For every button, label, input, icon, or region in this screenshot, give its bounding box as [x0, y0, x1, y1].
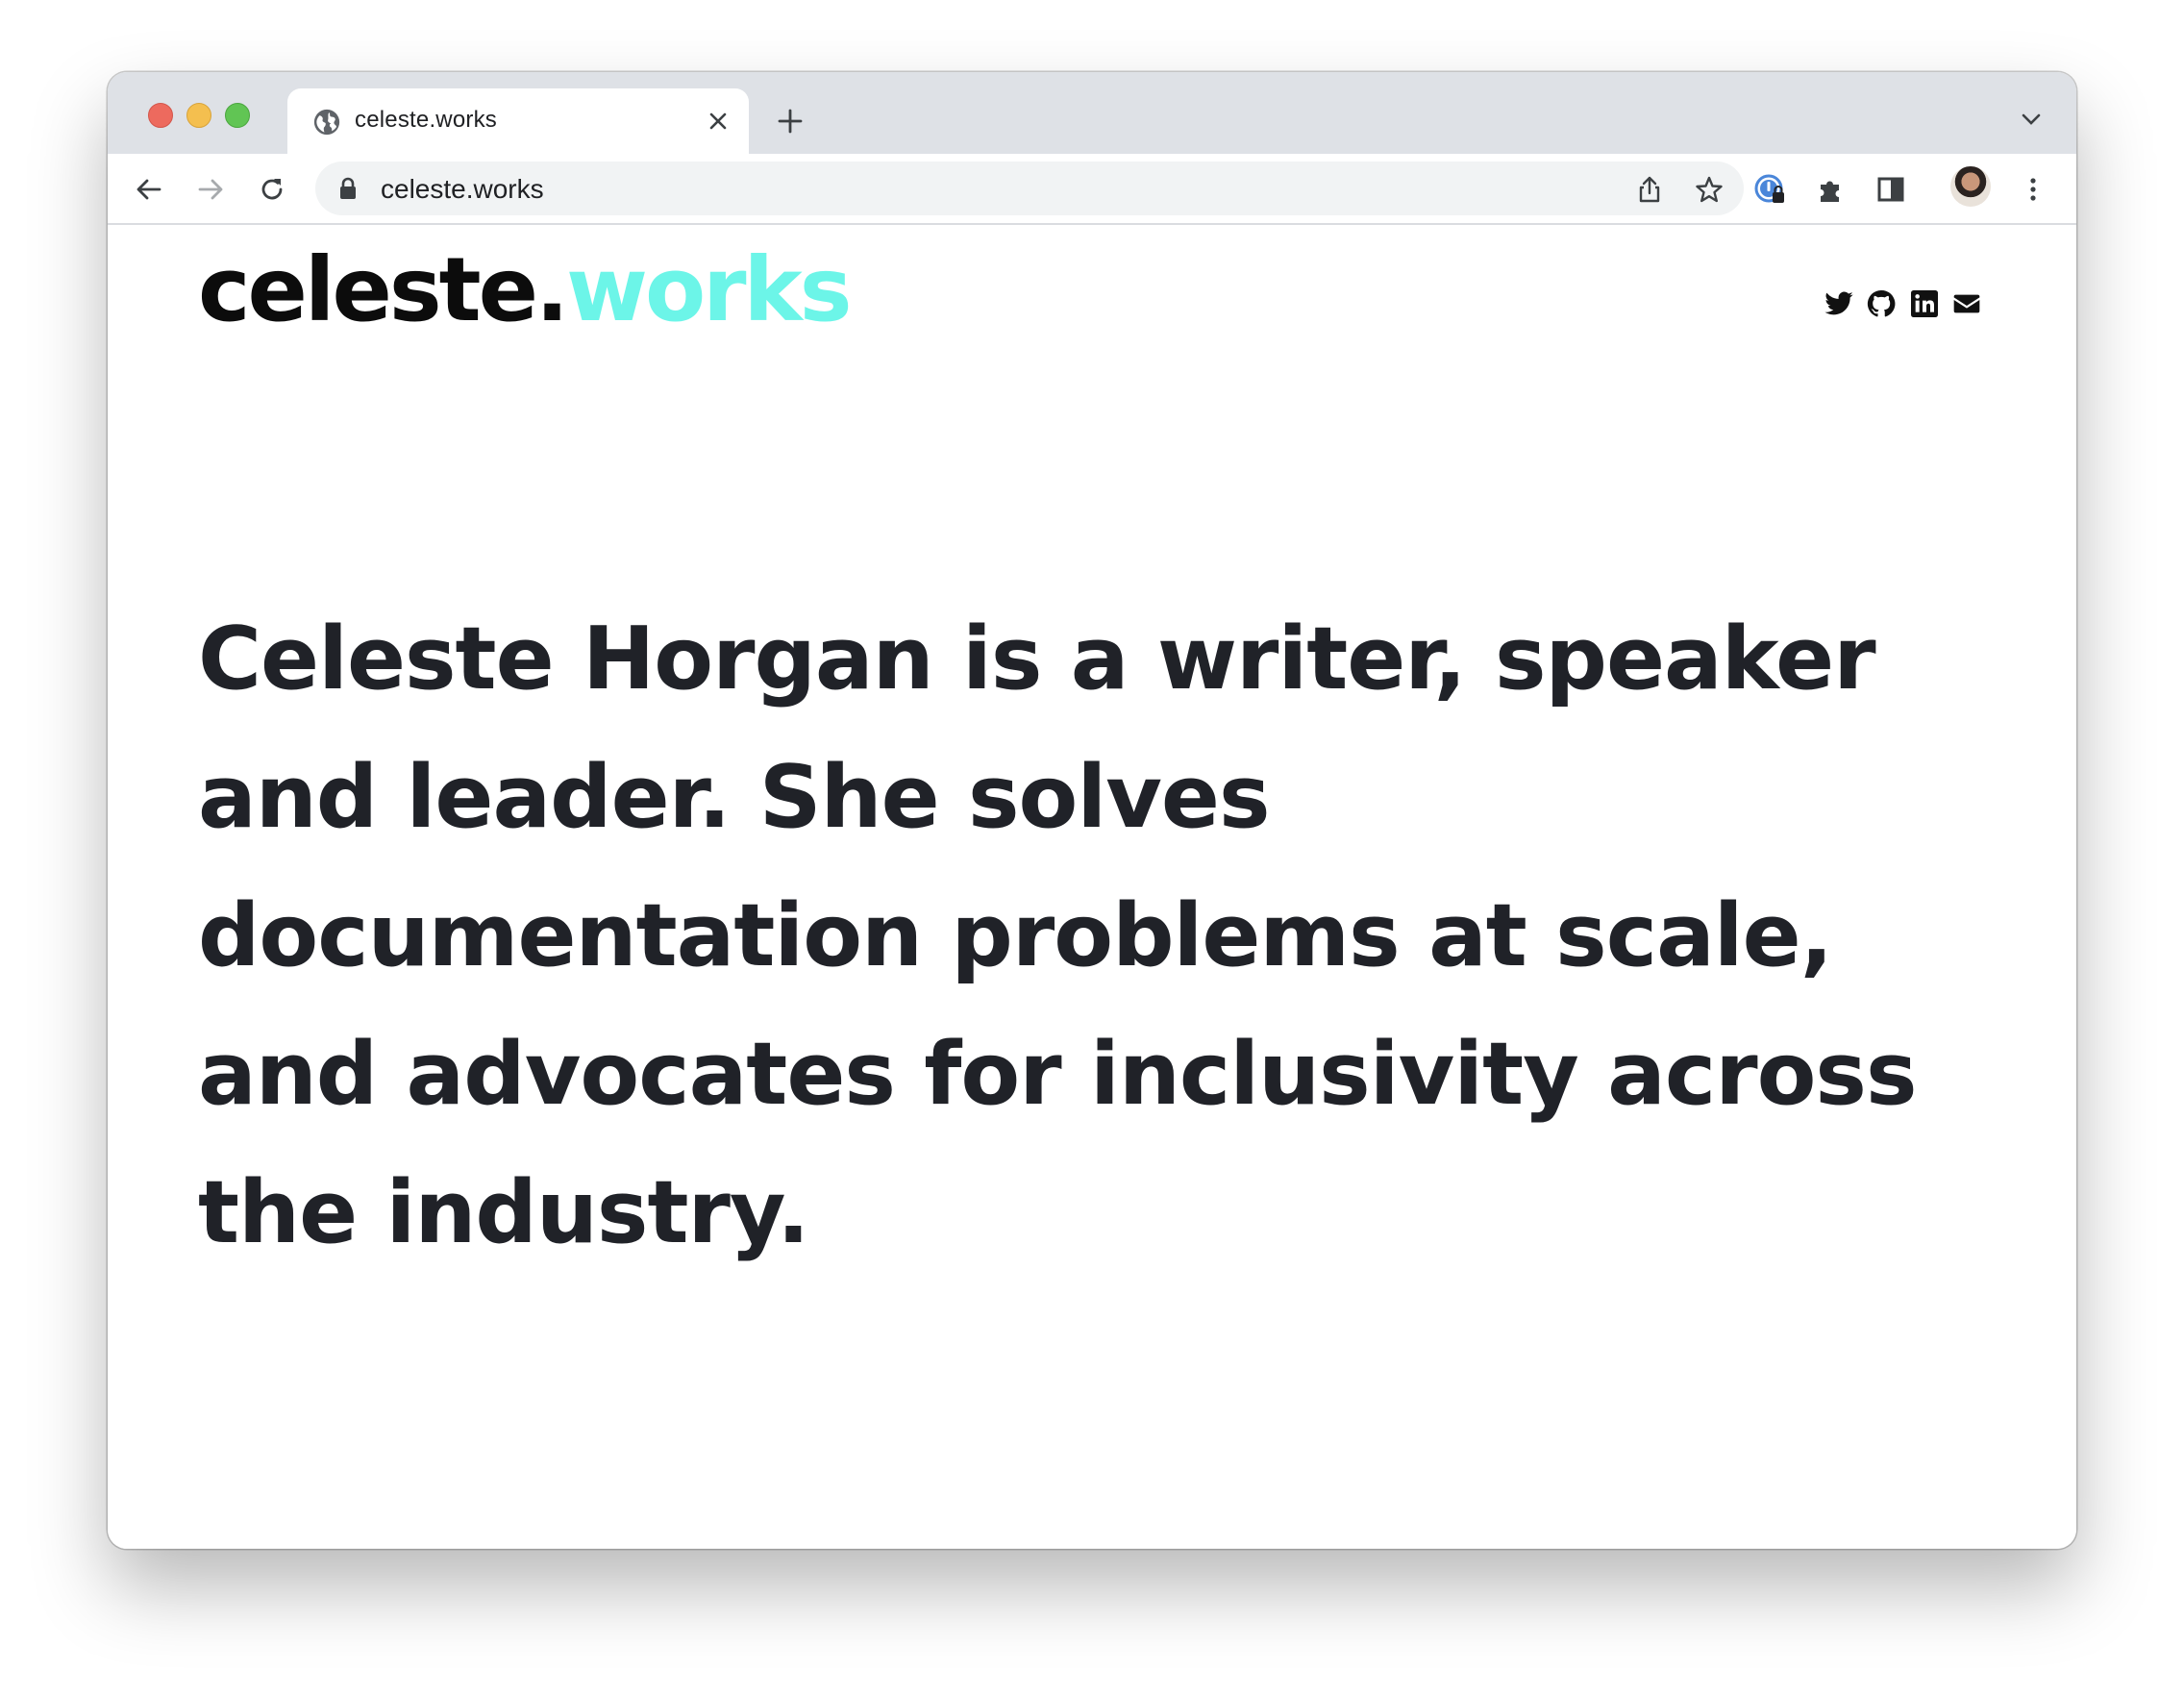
close-window-button[interactable] [148, 103, 173, 128]
tab-celeste-works[interactable]: celeste.works [287, 88, 749, 154]
tab-strip: celeste.works [108, 72, 2076, 154]
logo-main-text: celeste. [198, 238, 569, 341]
hero-statement: Celeste Horgan is a writer, speaker and … [198, 609, 1918, 1263]
side-panel-icon[interactable] [1874, 173, 1907, 206]
mail-icon[interactable] [1951, 288, 1982, 319]
logo-accent-text: works [565, 238, 853, 341]
minimize-window-button[interactable] [186, 103, 211, 128]
zoom-window-button[interactable] [225, 103, 250, 128]
reload-icon[interactable] [256, 173, 288, 206]
social-links [1816, 288, 1982, 319]
extensions-puzzle-icon[interactable] [1815, 173, 1848, 206]
browser-toolbar: celeste.works [108, 154, 2076, 225]
chevron-down-icon[interactable] [2021, 112, 2042, 126]
github-icon[interactable] [1866, 288, 1897, 319]
lock-icon[interactable] [338, 177, 358, 200]
kebab-menu-icon[interactable] [2017, 173, 2049, 206]
close-icon[interactable] [707, 110, 730, 133]
web-page: celeste.works Celeste Horgan is a writer… [108, 225, 2076, 1549]
globe-icon [313, 109, 340, 136]
star-icon[interactable] [1694, 174, 1725, 205]
forward-arrow-icon[interactable] [194, 173, 227, 206]
back-arrow-icon[interactable] [133, 173, 165, 206]
linkedin-icon[interactable] [1909, 288, 1940, 319]
plus-icon[interactable] [776, 107, 805, 136]
twitter-icon[interactable] [1824, 288, 1854, 319]
address-bar[interactable]: celeste.works [315, 162, 1744, 215]
site-logo[interactable]: celeste.works [198, 246, 852, 335]
profile-avatar[interactable] [1950, 166, 1991, 207]
password-manager-icon[interactable] [1753, 173, 1786, 206]
url-text[interactable]: celeste.works [381, 174, 544, 205]
browser-window: celeste.works celeste.works celeste.work… [108, 72, 2076, 1549]
tab-title: celeste.works [355, 107, 497, 133]
share-icon[interactable] [1634, 174, 1665, 205]
